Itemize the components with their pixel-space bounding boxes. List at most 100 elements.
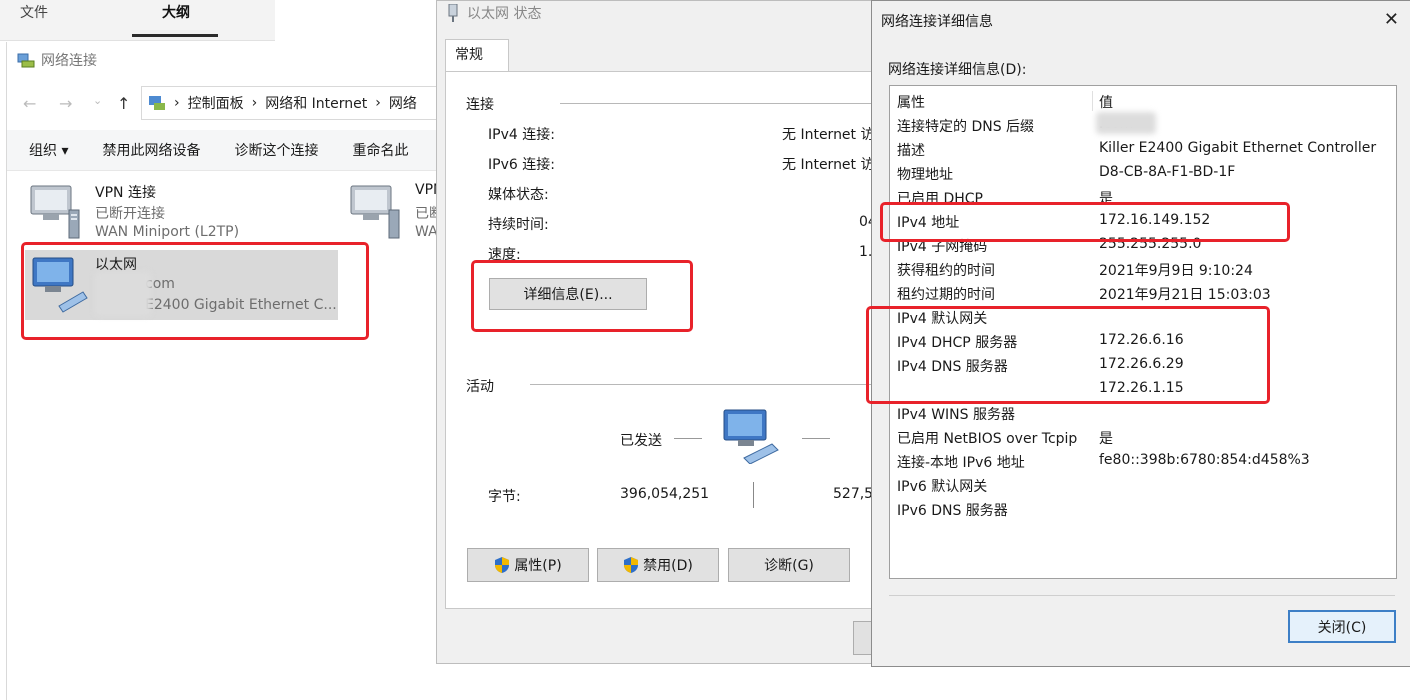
list-item[interactable]: VPN 连接 已断开连接 WAN Miniport (L2TP) [25, 182, 345, 246]
network-folder-icon [17, 53, 35, 68]
tab-general[interactable]: 常规 [445, 39, 509, 71]
details-caption: 网络连接详细信息(D): [888, 62, 1027, 78]
property-value: 2021年9月21日 15:03:03 [1099, 287, 1271, 303]
vpn-device: WA [415, 224, 437, 240]
breadcrumb-control-panel[interactable]: 控制面板 [188, 93, 244, 113]
window-title: 网络连接 [17, 50, 97, 70]
breadcrumb-network[interactable]: 网络 [389, 93, 417, 113]
disable-button[interactable]: 禁用(D) [597, 548, 719, 582]
highlight-box [866, 306, 1270, 404]
ipv4-connection-label: IPv4 连接: [488, 127, 555, 143]
active-tab-underline [132, 34, 218, 37]
property-value: Killer E2400 Gigabit Ethernet Controller [1099, 140, 1377, 156]
header-separator [1092, 91, 1093, 111]
table-row[interactable]: 已启用 NetBIOS over Tcpip 是 [890, 425, 1396, 449]
general-panel: 连接 IPv4 连接: 无 Internet 访 IPv6 连接: 无 Inte… [445, 71, 877, 609]
organize-menu[interactable]: 组织 ▾ [29, 140, 68, 160]
property-name: 已启用 NetBIOS over Tcpip [897, 431, 1078, 447]
vpn-computer-icon [30, 185, 80, 239]
table-row[interactable]: 租约过期的时间 2021年9月21日 15:03:03 [890, 281, 1396, 305]
property-name: IPv4 WINS 服务器 [897, 407, 1015, 423]
list-header: 属性 值 [890, 89, 1396, 113]
command-bar: 组织 ▾ 禁用此网络设备 诊断这个连接 重命名此 [7, 130, 459, 171]
recent-dropdown-icon[interactable]: ⌄ [93, 94, 102, 107]
network-connections-window: 网络连接 ← → ⌄ ↑ › 控制面板 › 网络和 Internet › 网络 … [6, 42, 459, 700]
group-connection-label: 连接 [466, 94, 500, 114]
tab-outline[interactable]: 大纲 [162, 2, 190, 22]
up-arrow-icon[interactable]: ↑ [117, 94, 130, 113]
vpn-name: VPN 连接 [95, 185, 156, 201]
bytes-received-value: 527,5 [833, 486, 874, 502]
ethernet-status-dialog: 以太网 状态 常规 连接 IPv4 连接: 无 Internet 访 IPv6 … [436, 0, 878, 664]
tab-file[interactable]: 文件 [20, 2, 48, 22]
property-name: IPv6 默认网关 [897, 479, 988, 495]
property-name: 租约过期的时间 [897, 287, 995, 303]
property-name: 物理地址 [897, 167, 953, 183]
group-activity-label: 活动 [466, 376, 500, 396]
dialog-title: 以太网 状态 [447, 3, 541, 23]
header-value[interactable]: 值 [1099, 92, 1113, 112]
dialog-title: 网络连接详细信息 [881, 14, 993, 30]
sent-label: 已发送 [620, 433, 662, 449]
tab-strip: 常规 [445, 39, 869, 71]
property-name: 连接特定的 DNS 后缀 [897, 119, 1035, 135]
sent-line [674, 438, 702, 439]
ipv4-connection-value: 无 Internet 访 [782, 127, 875, 143]
property-name: 获得租约的时间 [897, 263, 995, 279]
dialog-divider [889, 595, 1395, 596]
highlight-box [880, 202, 1290, 242]
property-value: D8-CB-8A-F1-BD-1F [1099, 164, 1236, 180]
window-title-text: 网络连接 [41, 53, 97, 69]
group-divider [530, 384, 876, 385]
ipv6-connection-value: 无 Internet 访 [782, 157, 875, 173]
group-divider [560, 103, 876, 104]
ethernet-port-icon [448, 4, 458, 22]
network-details-dialog: 网络连接详细信息 ✕ 网络连接详细信息(D): 属性 值 连接特定的 DNS 后… [866, 0, 1410, 667]
table-row[interactable]: IPv4 WINS 服务器 [890, 401, 1396, 425]
table-row[interactable]: 物理地址 D8-CB-8A-F1-BD-1F [890, 161, 1396, 185]
uac-shield-icon [495, 557, 510, 573]
property-value: fe80::398b:6780:854:d458%3 [1099, 452, 1310, 468]
bytes-label: 字节: [488, 489, 521, 505]
property-name: 连接-本地 IPv6 地址 [897, 455, 1025, 471]
document-tab-strip: 文件 大纲 [0, 0, 275, 41]
vpn-status: 已断开连接 [95, 206, 165, 222]
property-name: 描述 [897, 143, 925, 159]
vpn-computer-icon [350, 185, 400, 239]
table-row[interactable]: 获得租约的时间 2021年9月9日 9:10:24 [890, 257, 1396, 281]
property-name: IPv6 DNS 服务器 [897, 503, 1008, 519]
redacted-area [1096, 112, 1156, 134]
vpn-device: WAN Miniport (L2TP) [95, 224, 240, 240]
vpn-status: 已断 [415, 206, 437, 222]
received-line [802, 438, 830, 439]
uac-shield-icon [624, 557, 639, 573]
list-item[interactable]: VPN 已断 WA [345, 182, 437, 246]
close-button[interactable]: 关闭(C) [1288, 610, 1396, 643]
properties-button[interactable]: 属性(P) [467, 548, 589, 582]
breadcrumb-separator-icon: › [174, 95, 180, 111]
back-arrow-icon[interactable]: ← [23, 94, 36, 113]
breadcrumb-network-internet[interactable]: 网络和 Internet [265, 93, 367, 113]
table-row[interactable]: IPv6 DNS 服务器 [890, 497, 1396, 521]
diagnose-connection-button[interactable]: 诊断这个连接 [234, 140, 318, 160]
media-state-label: 媒体状态: [488, 187, 549, 203]
table-row[interactable]: IPv6 默认网关 [890, 473, 1396, 497]
address-bar[interactable]: › 控制面板 › 网络和 Internet › 网络 [141, 86, 449, 120]
header-property[interactable]: 属性 [897, 92, 925, 112]
disable-device-button[interactable]: 禁用此网络设备 [102, 140, 200, 160]
dialog-title-text: 以太网 状态 [467, 6, 542, 22]
forward-arrow-icon[interactable]: → [59, 94, 72, 113]
disable-button-label: 禁用(D) [643, 558, 693, 574]
rename-button[interactable]: 重命名此 [352, 140, 408, 160]
breadcrumb-separator-icon: › [375, 95, 381, 111]
breadcrumb-separator-icon: › [251, 95, 258, 111]
highlight-box [471, 260, 693, 332]
diagnose-button[interactable]: 诊断(G) [728, 548, 850, 582]
close-icon[interactable]: ✕ [1384, 9, 1399, 30]
table-row[interactable]: 连接-本地 IPv6 地址 fe80::398b:6780:854:d458%3 [890, 449, 1396, 473]
property-value: 2021年9月9日 9:10:24 [1099, 263, 1253, 279]
duration-label: 持续时间: [488, 217, 549, 233]
table-row[interactable]: 描述 Killer E2400 Gigabit Ethernet Controll… [890, 137, 1396, 161]
bytes-divider [753, 482, 754, 508]
bytes-sent-value: 396,054,251 [620, 486, 710, 502]
